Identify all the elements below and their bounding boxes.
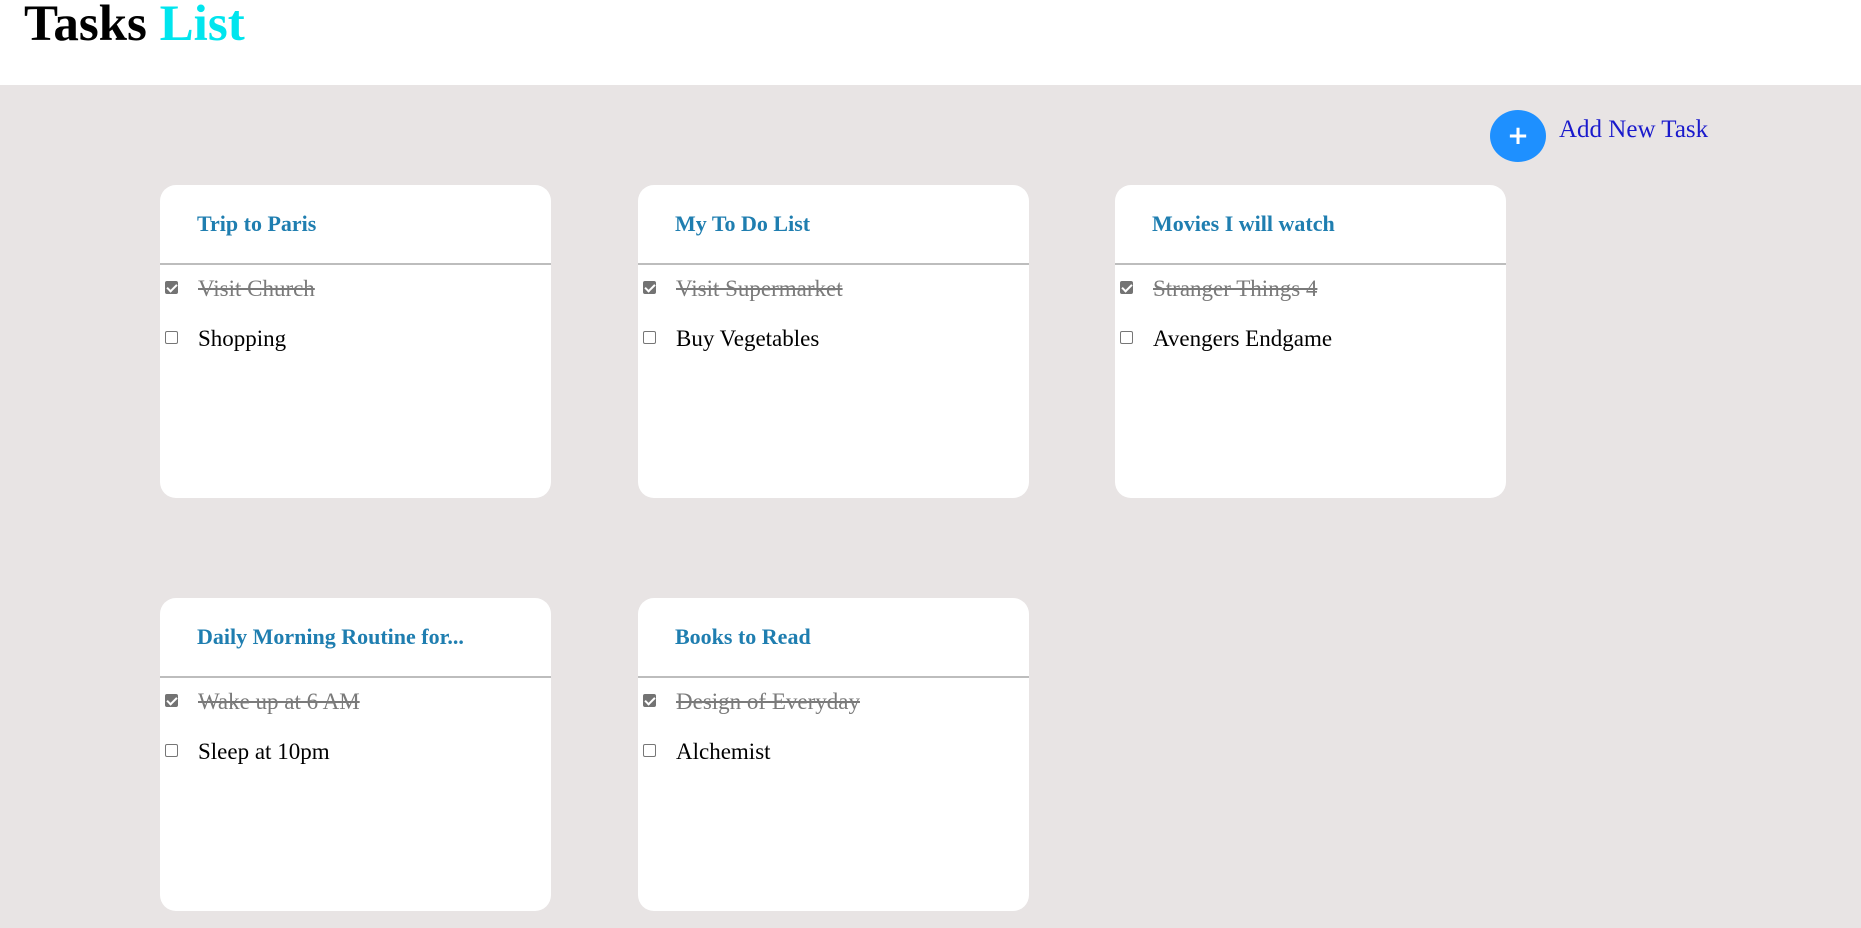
task-item: Wake up at 6 AM bbox=[160, 678, 551, 728]
task-text: Buy Vegetables bbox=[676, 326, 820, 351]
header: Tasks List bbox=[0, 0, 1861, 85]
card-title[interactable]: Daily Morning Routine for... bbox=[160, 598, 551, 678]
app-title-part2: List bbox=[159, 0, 245, 52]
task-checkbox[interactable] bbox=[165, 331, 178, 344]
task-text: Visit Supermarket bbox=[676, 276, 843, 301]
card-title[interactable]: Movies I will watch bbox=[1115, 185, 1506, 265]
task-card: My To Do List Visit Supermarket Buy Vege… bbox=[638, 185, 1029, 498]
task-item: Alchemist bbox=[638, 728, 1029, 778]
card-title[interactable]: Books to Read bbox=[638, 598, 1029, 678]
task-item: Design of Everyday bbox=[638, 678, 1029, 728]
task-item: Visit Supermarket bbox=[638, 265, 1029, 315]
card-title[interactable]: My To Do List bbox=[638, 185, 1029, 265]
task-checkbox[interactable] bbox=[643, 694, 656, 707]
task-checkbox[interactable] bbox=[1120, 281, 1133, 294]
task-item: Buy Vegetables bbox=[638, 315, 1029, 365]
task-card: Books to Read Design of Everyday Alchemi… bbox=[638, 598, 1029, 911]
task-text: Stranger Things 4 bbox=[1153, 276, 1318, 301]
task-checkbox[interactable] bbox=[643, 744, 656, 757]
task-text: Design of Everyday bbox=[676, 689, 860, 714]
task-checkbox[interactable] bbox=[643, 281, 656, 294]
task-card: Trip to Paris Visit Church Shopping bbox=[160, 185, 551, 498]
card-title[interactable]: Trip to Paris bbox=[160, 185, 551, 265]
add-new-task-button[interactable]: + Add New Task bbox=[1490, 110, 1708, 162]
task-text: Alchemist bbox=[676, 739, 771, 764]
add-new-task-label[interactable]: Add New Task bbox=[1559, 115, 1708, 145]
task-checkbox[interactable] bbox=[643, 331, 656, 344]
task-checkbox[interactable] bbox=[165, 281, 178, 294]
task-text: Avengers Endgame bbox=[1153, 326, 1333, 351]
app-title: Tasks List bbox=[24, 0, 245, 54]
task-checkbox[interactable] bbox=[1120, 331, 1133, 344]
task-text: Shopping bbox=[198, 326, 287, 351]
task-text: Wake up at 6 AM bbox=[198, 689, 360, 714]
task-text: Visit Church bbox=[198, 276, 315, 301]
plus-icon[interactable]: + bbox=[1490, 110, 1546, 162]
task-card: Movies I will watch Stranger Things 4 Av… bbox=[1115, 185, 1506, 498]
task-item: Shopping bbox=[160, 315, 551, 365]
task-item: Stranger Things 4 bbox=[1115, 265, 1506, 315]
task-item: Visit Church bbox=[160, 265, 551, 315]
task-item: Sleep at 10pm bbox=[160, 728, 551, 778]
task-card: Daily Morning Routine for... Wake up at … bbox=[160, 598, 551, 911]
app-title-part1: Tasks bbox=[24, 0, 147, 52]
task-checkbox[interactable] bbox=[165, 744, 178, 757]
task-checkbox[interactable] bbox=[165, 694, 178, 707]
task-text: Sleep at 10pm bbox=[198, 739, 330, 764]
task-item: Avengers Endgame bbox=[1115, 315, 1506, 365]
